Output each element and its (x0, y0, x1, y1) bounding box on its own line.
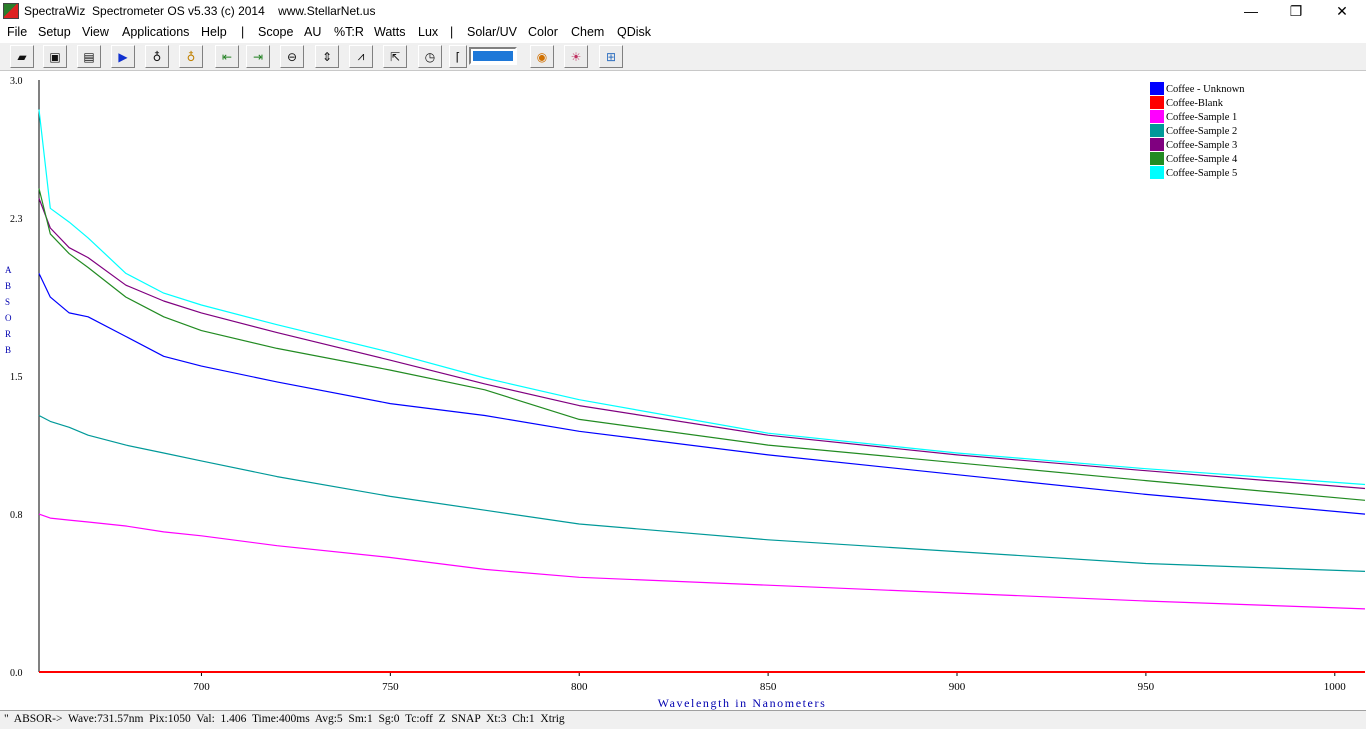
legend-label: Coffee - Unknown (1166, 84, 1245, 95)
close-button[interactable]: ✕ (1319, 0, 1365, 23)
maximize-button[interactable]: ❐ (1273, 0, 1319, 23)
x-tick-label: 750 (382, 681, 399, 693)
y-axis-label-letter: S (5, 297, 10, 307)
menu-solar-uv[interactable]: Solar/UV (467, 25, 517, 39)
y-tick-label: 3.0 (10, 76, 23, 87)
plot-area[interactable]: 0.0 0.8 1.5 2.3 3.0 700 750 800 850 900 950 1000 A B S… (0, 71, 1366, 710)
menu-color[interactable]: Color (528, 25, 558, 39)
menu-qdisk[interactable]: QDisk (617, 25, 651, 39)
zoom-icon[interactable]: ⊖ (280, 45, 304, 68)
series-line[interactable] (38, 188, 1366, 501)
menu-applications[interactable]: Applications (122, 25, 189, 39)
legend-swatch (1150, 82, 1164, 95)
menu-transmission[interactable]: %T:R (334, 25, 364, 39)
x-tick-label: 700 (193, 681, 210, 693)
menu-separator: | (241, 25, 245, 39)
status-readout: " ABSOR-> Wave:731.57nm Pix:1050 Val: 1.… (4, 713, 565, 725)
chart-export-icon[interactable]: ⊞ (599, 45, 623, 68)
app-icon (3, 3, 19, 19)
y-tick-label: 0.8 (10, 510, 23, 521)
menu-scope[interactable]: Scope (258, 25, 293, 39)
legend-swatch (1150, 138, 1164, 151)
x-tick-label: 800 (571, 681, 588, 693)
y-tick-label: 2.3 (10, 214, 23, 225)
menu-help[interactable]: Help (201, 25, 227, 39)
toolbar: ▰ ▣ ▤ ▶ ♁ ♁ ⇤ ⇥ ⊖ ⇕ ⩘ ⇱ ◷ ⌈ ◉ ☀ ⊞ (0, 43, 1366, 71)
legend-swatch (1150, 96, 1164, 109)
legend-label: Coffee-Sample 5 (1166, 168, 1237, 179)
minimize-button[interactable]: — (1228, 0, 1274, 23)
lamp-light-icon[interactable]: ♁ (179, 45, 203, 68)
menu-bar: File Setup View Applications Help | Scop… (0, 23, 1366, 43)
x-axis-label: Wavelength in Nanometers (658, 696, 827, 710)
x-tick-label: 1000 (1324, 681, 1347, 693)
menu-lux[interactable]: Lux (418, 25, 438, 39)
sun-icon[interactable]: ☀ (564, 45, 588, 68)
cursor-right-icon[interactable]: ⇥ (246, 45, 270, 68)
x-tick-label: 900 (949, 681, 966, 693)
lamp-dark-icon[interactable]: ♁ (145, 45, 169, 68)
color-wheel-icon[interactable]: ◉ (530, 45, 554, 68)
menu-setup[interactable]: Setup (38, 25, 71, 39)
x-tick-label: 950 (1138, 681, 1155, 693)
y-axis-label-letter: B (5, 281, 11, 291)
x-tick-label: 850 (760, 681, 777, 693)
cursor-left-icon[interactable]: ⇤ (215, 45, 239, 68)
legend-label: Coffee-Sample 2 (1166, 126, 1237, 137)
menu-view[interactable]: View (82, 25, 109, 39)
scale-y-icon[interactable]: ⇕ (315, 45, 339, 68)
series-line[interactable] (38, 273, 1366, 515)
legend-swatch (1150, 110, 1164, 123)
autoscale-icon[interactable]: ⇱ (383, 45, 407, 68)
title-bar: SpectraWiz Spectrometer OS v5.33 (c) 201… (0, 0, 1366, 23)
window-title: SpectraWiz Spectrometer OS v5.33 (c) 201… (24, 4, 376, 18)
bracket-icon[interactable]: ⌈ (449, 45, 467, 68)
clock-icon[interactable]: ◷ (418, 45, 442, 68)
y-tick-label: 1.5 (10, 372, 23, 383)
series-line[interactable] (38, 513, 1366, 610)
y-axis-label-letter: B (5, 345, 11, 355)
y-axis-label-letter: O (5, 313, 12, 323)
legend-label: Coffee-Blank (1166, 98, 1224, 109)
menu-separator: | (450, 25, 454, 39)
menu-file[interactable]: File (7, 25, 27, 39)
play-icon[interactable]: ▶ (111, 45, 135, 68)
spectrum-chart[interactable]: 0.00.81.52.33.0700 750 800 850 900 950 1000ABS… (0, 71, 1366, 710)
legend-label: Coffee-Sample 4 (1166, 154, 1238, 165)
y-axis-label-letter: A (5, 265, 12, 275)
legend-swatch (1150, 152, 1164, 165)
menu-chem[interactable]: Chem (571, 25, 604, 39)
legend-label: Coffee-Sample 3 (1166, 140, 1237, 151)
legend-swatch (1150, 166, 1164, 179)
series-line[interactable] (38, 414, 1366, 572)
peak-icon[interactable]: ⩘ (349, 45, 373, 68)
save-icon[interactable]: ▣ (43, 45, 67, 68)
legend-label: Coffee-Sample 1 (1166, 112, 1237, 123)
progress-indicator (469, 47, 517, 65)
status-bar: " ABSOR-> Wave:731.57nm Pix:1050 Val: 1.… (0, 710, 1366, 729)
legend-swatch (1150, 124, 1164, 137)
menu-watts[interactable]: Watts (374, 25, 405, 39)
printer-icon[interactable]: ▤ (77, 45, 101, 68)
menu-au[interactable]: AU (304, 25, 321, 39)
camera-icon[interactable]: ▰ (10, 45, 34, 68)
series-line[interactable] (38, 198, 1366, 490)
y-axis-label-letter: R (5, 329, 11, 339)
y-tick-label: 0.0 (10, 668, 23, 679)
series-line[interactable] (38, 109, 1366, 486)
